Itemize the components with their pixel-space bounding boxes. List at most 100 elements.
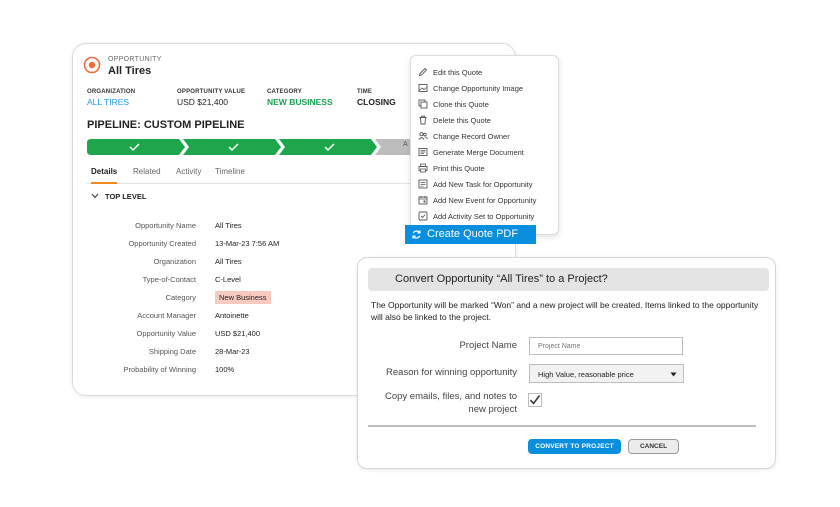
pipeline-stage-1[interactable] <box>87 139 185 155</box>
meta-opportunity-value: OPPORTUNITY VALUE USD $21,400 <box>177 89 245 107</box>
field-value: 28-Mar-23 <box>215 347 250 356</box>
meta-time: TIME CLOSING <box>357 89 396 107</box>
caret-down-icon <box>670 372 677 377</box>
menu-item-label: Print this Quote <box>433 164 485 173</box>
field-label: Opportunity Name <box>135 221 196 230</box>
reason-label: Reason for winning opportunity <box>386 367 517 378</box>
field-row: Opportunity Value USD $21,400 <box>73 327 403 341</box>
section-header-top-level[interactable]: TOP LEVEL <box>91 192 146 201</box>
meta-value: USD $21,400 <box>177 97 229 107</box>
task-icon <box>418 179 428 189</box>
field-value: C-Level <box>215 275 241 284</box>
meta-key: CATEGORY <box>267 89 302 95</box>
organization-link[interactable]: ALL TIRES <box>87 97 135 107</box>
tab-timeline[interactable]: Timeline <box>215 166 245 184</box>
field-label: Category <box>165 293 196 302</box>
quote-actions-menu: Edit this Quote Change Opportunity Image… <box>410 55 559 235</box>
copy-items-label: Copy emails, files, and notes to new pro… <box>384 391 517 415</box>
menu-item-add-event[interactable]: Add New Event for Opportunity <box>418 194 558 208</box>
menu-item-change-owner[interactable]: Change Record Owner <box>418 130 558 144</box>
field-value: Antoinette <box>215 311 249 320</box>
opportunity-name: All Tires <box>108 65 152 77</box>
menu-item-label: Generate Merge Document <box>433 148 524 157</box>
meta-organization: ORGANIZATION ALL TIRES <box>87 89 135 107</box>
field-row: Type-of-Contact C-Level <box>73 273 403 287</box>
menu-item-label: Delete this Quote <box>433 116 491 125</box>
pipeline-stage-2[interactable] <box>183 139 281 155</box>
field-label: Probability of Winning <box>123 365 196 374</box>
menu-item-edit-quote[interactable]: Edit this Quote <box>418 66 558 80</box>
copy-items-checkbox[interactable] <box>528 393 542 407</box>
field-value: 13-Mar-23 7:56 AM <box>215 239 280 248</box>
menu-item-label: Change Record Owner <box>433 132 510 141</box>
field-label: Opportunity Created <box>128 239 196 248</box>
menu-item-add-activity-set[interactable]: Add Activity Set to Opportunity <box>418 210 558 224</box>
dialog-divider <box>368 425 756 427</box>
field-value: All Tires <box>215 257 242 266</box>
create-quote-pdf-label: Create Quote PDF <box>427 228 519 240</box>
menu-item-merge-document[interactable]: Generate Merge Document <box>418 146 558 160</box>
field-row: Shipping Date 28-Mar-23 <box>73 345 403 359</box>
category-badge: New Business <box>215 291 271 304</box>
field-label: Account Manager <box>137 311 196 320</box>
convert-to-project-dialog: Convert Opportunity “All Tires” to a Pro… <box>357 257 776 469</box>
meta-key: TIME <box>357 89 373 95</box>
meta-key: ORGANIZATION <box>87 89 136 95</box>
pipeline-stage-3[interactable] <box>279 139 377 155</box>
menu-item-label: Edit this Quote <box>433 68 483 77</box>
pipeline-title: PIPELINE: CUSTOM PIPELINE <box>87 119 245 131</box>
section-title: TOP LEVEL <box>105 192 147 201</box>
menu-item-print-quote[interactable]: Print this Quote <box>418 162 558 176</box>
menu-item-clone-quote[interactable]: Clone this Quote <box>418 98 558 112</box>
users-icon <box>418 132 428 140</box>
calendar-icon <box>418 196 428 205</box>
field-row: Account Manager Antoinette <box>73 309 403 323</box>
menu-item-label: Clone this Quote <box>433 100 489 109</box>
menu-item-add-task[interactable]: Add New Task for Opportunity <box>418 178 558 192</box>
tab-related[interactable]: Related <box>133 166 161 184</box>
cancel-button[interactable]: CANCEL <box>628 439 679 454</box>
field-label: Shipping Date <box>148 347 196 356</box>
meta-value: NEW BUSINESS <box>267 97 333 107</box>
field-label: Type-of-Contact <box>142 275 196 284</box>
reason-select-value: High Value, reasonable price <box>538 370 634 379</box>
meta-key: OPPORTUNITY VALUE <box>177 89 246 95</box>
meta-value: CLOSING <box>357 97 396 107</box>
stage-label: A <box>403 141 408 148</box>
menu-item-delete-quote[interactable]: Delete this Quote <box>418 114 558 128</box>
pipeline-stage-4[interactable]: A <box>375 139 415 155</box>
field-value: 100% <box>215 365 235 374</box>
opportunity-type-label: OPPORTUNITY <box>108 56 162 63</box>
field-row: Category New Business <box>73 291 403 305</box>
convert-to-project-button[interactable]: CONVERT TO PROJECT <box>528 439 621 454</box>
menu-item-change-image[interactable]: Change Opportunity Image <box>418 82 558 96</box>
field-label: Organization <box>153 257 196 266</box>
menu-item-label: Add Activity Set to Opportunity <box>433 212 535 221</box>
field-row: Opportunity Created 13-Mar-23 7:56 AM <box>73 237 403 251</box>
trash-icon <box>419 115 427 125</box>
checkbox-icon <box>418 211 428 221</box>
menu-item-label: Change Opportunity Image <box>433 84 524 93</box>
chevron-down-icon <box>91 192 99 201</box>
dialog-description: The Opportunity will be marked “Won” and… <box>371 300 759 322</box>
dialog-title: Convert Opportunity “All Tires” to a Pro… <box>395 273 608 285</box>
menu-item-label: Add New Event for Opportunity <box>433 196 537 205</box>
pencil-icon <box>418 67 428 77</box>
copy-icon <box>418 99 428 109</box>
tab-activity[interactable]: Activity <box>176 166 201 184</box>
document-icon <box>418 148 428 156</box>
reason-select[interactable]: High Value, reasonable price <box>529 364 684 383</box>
project-name-input[interactable] <box>529 337 683 355</box>
project-name-label: Project Name <box>459 340 517 351</box>
create-quote-pdf-button[interactable]: Create Quote PDF <box>405 225 536 244</box>
menu-item-label: Add New Task for Opportunity <box>433 180 533 189</box>
field-label: Opportunity Value <box>136 329 196 338</box>
image-icon <box>418 84 428 92</box>
field-value: USD $21,400 <box>215 329 261 338</box>
field-value: All Tires <box>215 221 242 230</box>
field-row: Opportunity Name All Tires <box>73 219 403 233</box>
field-row: Probability of Winning 100% <box>73 363 403 377</box>
field-row: Organization All Tires <box>73 255 403 269</box>
dialog-header: Convert Opportunity “All Tires” to a Pro… <box>368 268 769 291</box>
tab-details[interactable]: Details <box>91 166 118 184</box>
